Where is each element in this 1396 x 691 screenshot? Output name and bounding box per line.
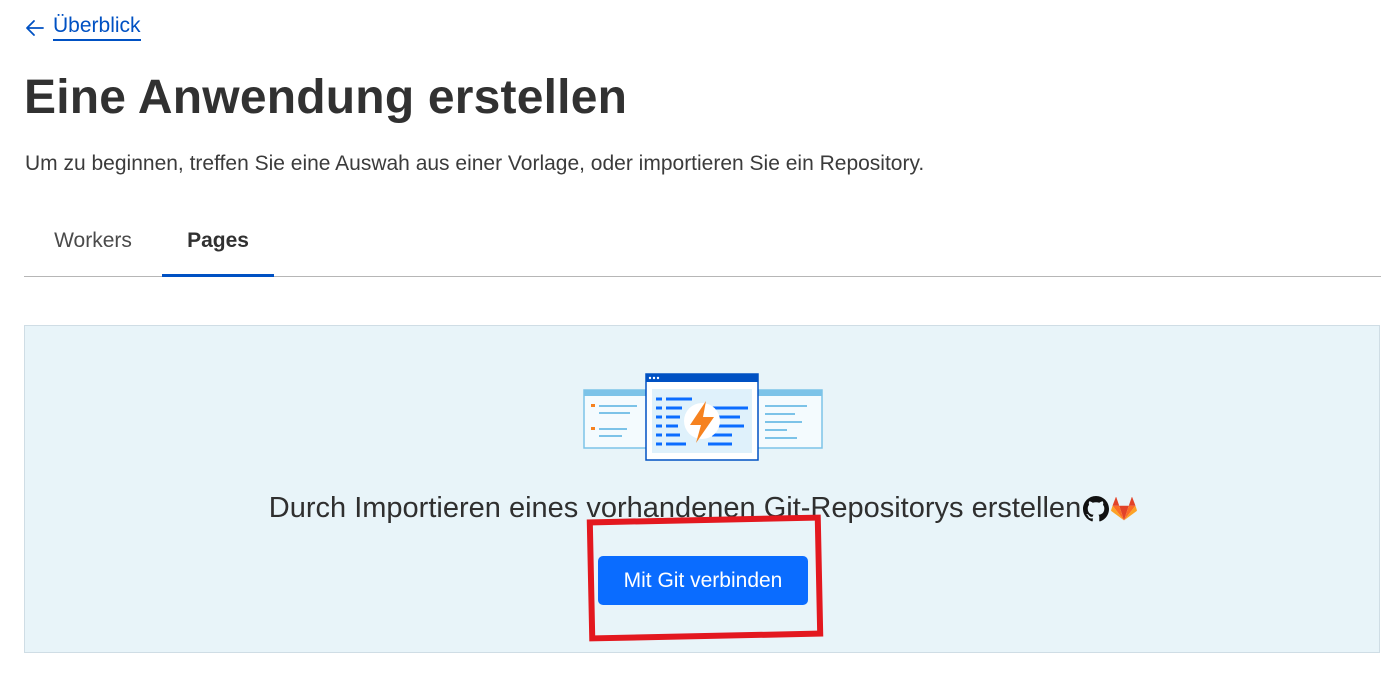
tab-bar: Workers Pages <box>24 216 1381 277</box>
import-heading: Durch Importieren eines vorhandenen Git-… <box>25 492 1381 525</box>
arrow-left-icon <box>26 19 44 36</box>
tab-pages[interactable]: Pages <box>162 216 274 277</box>
github-icon <box>1083 495 1110 521</box>
page-subtitle: Um zu beginnen, treffen Sie eine Auswah … <box>25 152 925 175</box>
pages-illustration <box>583 373 823 461</box>
import-heading-text: Durch Importieren eines vorhandenen Git-… <box>268 492 1082 524</box>
page: Überblick Eine Anwendung erstellen Um zu… <box>0 0 1396 691</box>
connect-git-button[interactable]: Mit Git verbinden <box>598 556 808 605</box>
tab-workers[interactable]: Workers <box>24 216 162 276</box>
back-link[interactable]: Überblick <box>25 14 141 41</box>
back-link-label: Überblick <box>53 14 141 41</box>
import-panel: Durch Importieren eines vorhandenen Git-… <box>24 325 1380 653</box>
page-title: Eine Anwendung erstellen <box>24 71 628 124</box>
gitlab-icon <box>1111 496 1138 520</box>
